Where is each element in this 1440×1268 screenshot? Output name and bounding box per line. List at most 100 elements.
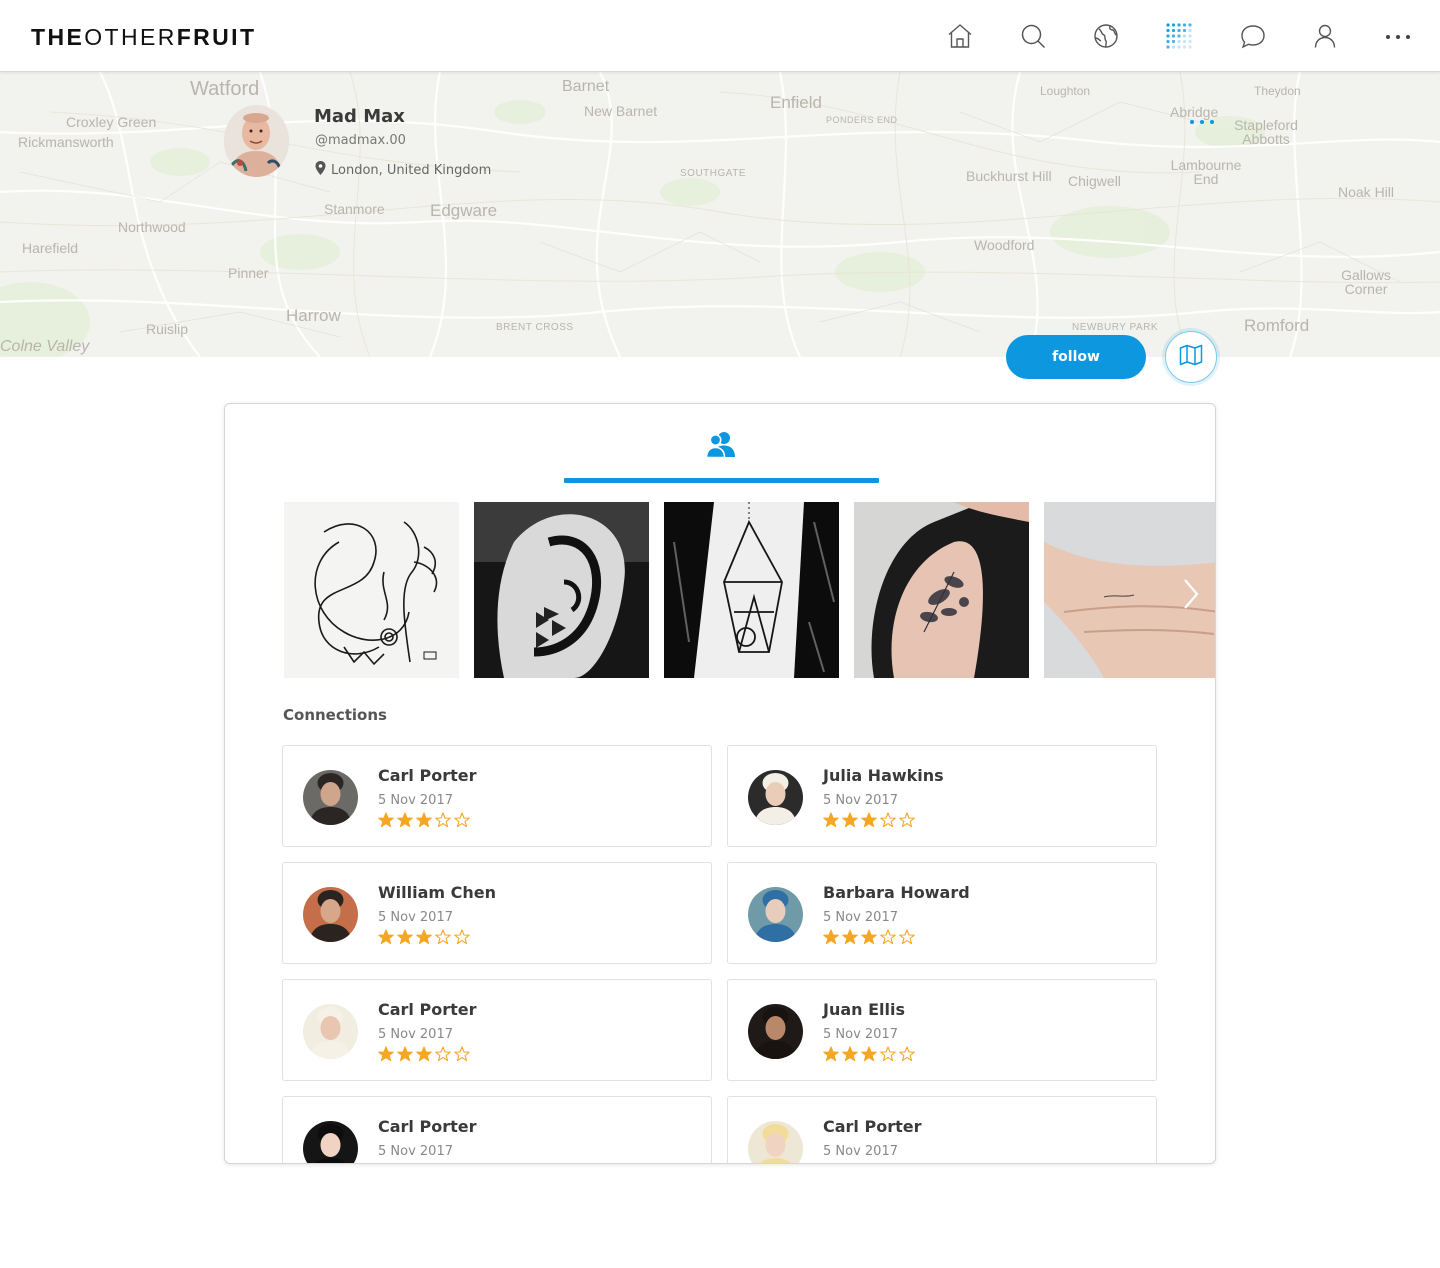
connection-date: 5 Nov 2017 [823,1027,898,1042]
map-place-label: Newbury Park [1072,322,1159,333]
connection-date: 5 Nov 2017 [378,910,453,925]
star-empty-icon [880,1163,896,1164]
map-place-label: Stapleford Abbotts [1234,117,1298,147]
star-filled-icon [378,1163,394,1164]
location-pin-icon [315,161,326,179]
connection-rating [823,929,915,945]
gallery-photo[interactable] [854,502,1029,678]
connection-card[interactable]: Carl Porter 5 Nov 2017 [282,1096,712,1164]
gallery-photo[interactable] [664,502,839,678]
globe-icon[interactable] [1092,22,1120,50]
connection-rating [823,1163,915,1164]
star-filled-icon [378,1046,394,1062]
connection-name: Carl Porter [378,1000,477,1019]
map-place-label: Stanmore [324,201,385,217]
star-filled-icon [842,1163,858,1164]
connection-card[interactable]: Carl Porter 5 Nov 2017 [282,979,712,1081]
top-nav-bar: THEOTHERFRUIT [0,0,1440,72]
map-place-label: Theydon [1254,84,1301,98]
map-place-label: Gallows Corner [1341,267,1391,297]
map-place-label: Barnet [562,78,610,95]
map-place-label: Southgate [680,168,746,179]
map-place-label: Loughton [1040,84,1091,98]
connection-card[interactable]: Julia Hawkins 5 Nov 2017 [727,745,1157,847]
connection-avatar [748,887,803,942]
map-place-label: Pinner [228,265,269,281]
star-filled-icon [823,929,839,945]
map-place-label: Colne Valley [0,338,90,355]
user-icon[interactable] [1311,22,1339,50]
star-empty-icon [899,929,915,945]
star-filled-icon [378,812,394,828]
chat-bubble-icon[interactable] [1239,22,1267,50]
connection-avatar [303,1004,358,1059]
connection-rating [378,1046,470,1062]
star-filled-icon [397,929,413,945]
map-place-label: Edgware [430,201,498,220]
map-place-label: Harefield [22,240,79,256]
more-dots-icon[interactable] [1384,22,1412,50]
star-empty-icon [435,929,451,945]
photo-gallery [284,502,1215,678]
connection-name: Carl Porter [378,1117,477,1136]
people-icon[interactable] [705,430,737,459]
profile-location: London, United Kingdom [315,161,491,179]
brand-logo[interactable]: THEOTHERFRUIT [31,24,256,51]
connection-card[interactable]: Carl Porter 5 Nov 2017 [727,1096,1157,1164]
star-filled-icon [823,1163,839,1164]
star-filled-icon [842,1046,858,1062]
gallery-photo[interactable] [474,502,649,678]
star-filled-icon [416,812,432,828]
connection-date: 5 Nov 2017 [378,1144,453,1159]
map-toggle-button[interactable] [1165,331,1217,383]
folded-map-icon [1179,344,1203,370]
profile-name: Mad Max [314,106,405,127]
connection-date: 5 Nov 2017 [823,910,898,925]
star-filled-icon [823,812,839,828]
connection-rating [378,1163,470,1164]
home-icon[interactable] [946,22,974,50]
star-filled-icon [842,929,858,945]
map-place-label: Buckhurst Hill [966,168,1052,184]
gallery-photo[interactable] [284,502,459,678]
connection-name: Carl Porter [378,766,477,785]
dot-grid-icon[interactable] [1165,22,1193,50]
connection-name: Barbara Howard [823,883,970,902]
star-empty-icon [880,929,896,945]
connection-avatar [748,1121,803,1163]
connection-card[interactable]: Juan Ellis 5 Nov 2017 [727,979,1157,1081]
star-empty-icon [454,1046,470,1062]
map-place-label: New Barnet [584,103,658,119]
star-filled-icon [861,812,877,828]
location-text: London, United Kingdom [331,162,492,178]
star-empty-icon [899,812,915,828]
star-filled-icon [823,1046,839,1062]
star-empty-icon [454,929,470,945]
connection-card[interactable]: Carl Porter 5 Nov 2017 [282,745,712,847]
connection-rating [378,812,470,828]
map-place-label: Noak Hill [1338,184,1395,200]
star-empty-icon [435,812,451,828]
search-icon[interactable] [1019,22,1047,50]
location-map[interactable]: Watford Croxley Green Rickmansworth Northwo… [0,72,1440,357]
star-filled-icon [397,812,413,828]
profile-avatar[interactable] [224,105,289,177]
tab-active-indicator [564,478,879,483]
connection-avatar [303,770,358,825]
connection-name: Julia Hawkins [823,766,944,785]
connection-card[interactable]: Barbara Howard 5 Nov 2017 [727,862,1157,964]
connection-card[interactable]: William Chen 5 Nov 2017 [282,862,712,964]
star-filled-icon [416,1046,432,1062]
gallery-next-chevron-icon[interactable] [1177,576,1205,612]
follow-button[interactable]: follow [1006,335,1146,379]
profile-content-card: Connections Carl Porter 5 Nov 2017 Julia H… [224,403,1216,1164]
connections-heading: Connections [283,706,387,724]
profile-more-icon[interactable] [1186,112,1218,132]
connection-date: 5 Nov 2017 [378,1027,453,1042]
star-empty-icon [454,812,470,828]
connection-rating [823,812,915,828]
star-empty-icon [435,1046,451,1062]
star-empty-icon [435,1163,451,1164]
map-place-label: Enfield [770,93,822,112]
star-empty-icon [899,1046,915,1062]
